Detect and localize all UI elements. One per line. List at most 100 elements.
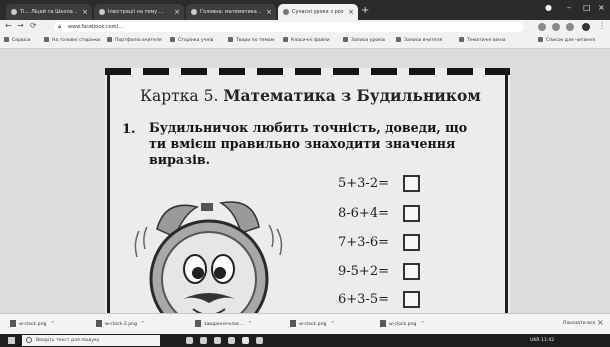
search-icon xyxy=(26,337,32,343)
word-icon[interactable] xyxy=(256,337,263,344)
expression: 7+3-6= xyxy=(338,235,389,250)
favicon-icon xyxy=(99,9,105,15)
chevron-up-icon[interactable]: ^ xyxy=(248,321,252,327)
browser-tab[interactable]: Ілюстрації на тему … × xyxy=(94,4,184,20)
title-prefix: Картка 5. xyxy=(140,87,219,105)
file-icon xyxy=(380,320,386,327)
puzzle-icon[interactable] xyxy=(566,23,574,31)
file-icon xyxy=(290,320,296,327)
card-left-border xyxy=(107,68,110,313)
expression: 8-6+4= xyxy=(338,206,389,221)
answer-box[interactable] xyxy=(403,205,420,222)
profile-icon[interactable] xyxy=(582,23,590,31)
chevron-up-icon[interactable]: ^ xyxy=(330,321,334,327)
download-item[interactable]: w-clock.png ^ xyxy=(10,319,55,330)
chevron-up-icon[interactable]: ^ xyxy=(50,321,54,327)
question-line: виразів. xyxy=(149,152,211,167)
browser-tab-active[interactable]: Сучасні урока з розвитку … × xyxy=(278,4,358,20)
download-item[interactable]: w-clock-2.png ^ xyxy=(96,319,145,330)
tab-title: Сучасні урока з розвитку … xyxy=(292,9,344,15)
bookmark-item[interactable]: Список для читання xyxy=(538,34,595,48)
browser-tab[interactable]: Головна: математика … × xyxy=(186,4,276,20)
os-taskbar: Введіть текст для пошуку UKR 11:42 xyxy=(0,334,610,347)
card-right-border xyxy=(505,68,508,313)
chevron-up-icon[interactable]: ^ xyxy=(420,321,424,327)
question-number: 1. xyxy=(122,122,136,137)
bookmark-item[interactable]: Записи уроків xyxy=(343,34,385,48)
address-bar[interactable]: 🔒︎ www.facebook.com/… xyxy=(54,22,524,32)
lock-icon: 🔒︎ xyxy=(58,23,62,30)
forward-icon[interactable]: → xyxy=(17,21,24,30)
bookmark-item[interactable]: Записи вчителя xyxy=(396,34,442,48)
edge-icon[interactable] xyxy=(200,337,207,344)
search-placeholder: Введіть текст для пошуку xyxy=(36,338,100,343)
worksheet-card: Картка 5. Математика з Будильником 1. Бу… xyxy=(105,68,510,313)
favicon-icon xyxy=(11,9,17,15)
back-icon[interactable]: ← xyxy=(5,21,12,30)
new-tab-button[interactable]: + xyxy=(361,4,369,18)
extension-icon[interactable] xyxy=(538,23,546,31)
expression: 5+3-2= xyxy=(338,176,389,191)
show-all-downloads-button[interactable]: Показати все xyxy=(563,319,595,329)
chevron-up-icon[interactable]: ^ xyxy=(141,321,145,327)
answer-box[interactable] xyxy=(403,263,420,280)
tab-title: Ілюстрації на тему … xyxy=(108,9,164,15)
download-item[interactable]: w-clock.png ^ xyxy=(380,319,425,330)
minimize-icon[interactable]: – xyxy=(567,3,571,12)
account-icon[interactable]: ● xyxy=(545,3,552,12)
bookmark-icon xyxy=(228,37,233,42)
url-text: www.facebook.com/… xyxy=(68,24,124,30)
close-downloads-icon[interactable]: × xyxy=(597,318,604,327)
system-tray[interactable]: UKR 11:42 xyxy=(530,336,554,346)
browser-tab-bar: Ті… Ліцей та Школа … × Ілюстрації на тем… xyxy=(0,0,610,20)
tab-title: Ті… Ліцей та Школа … xyxy=(20,9,78,15)
bookmark-item[interactable]: Портфоліо вчителя xyxy=(107,34,162,48)
bookmark-icon xyxy=(343,37,348,42)
chrome-icon[interactable] xyxy=(242,337,249,344)
bookmark-icon xyxy=(170,37,175,42)
worksheet-title: Картка 5. Математика з Будильником xyxy=(140,86,481,105)
bookmark-item[interactable]: Тематичні вікна xyxy=(459,34,506,48)
bookmark-item[interactable]: Класичні файли xyxy=(283,34,330,48)
favicon-icon xyxy=(283,9,289,15)
bookmark-icon xyxy=(283,37,288,42)
task-view-icon[interactable] xyxy=(186,337,193,344)
bookmark-item[interactable]: На головні сторінки xyxy=(44,34,100,48)
alarm-clock-illustration xyxy=(134,201,283,313)
file-icon xyxy=(10,320,16,327)
title-main: Математика з Будильником xyxy=(223,86,481,105)
download-item[interactable]: w-clock.png ^ xyxy=(290,319,335,330)
reading-list-icon xyxy=(538,37,543,42)
folder-icon[interactable] xyxy=(214,337,221,344)
bookmark-icon xyxy=(107,37,112,42)
taskbar-search[interactable]: Введіть текст для пошуку xyxy=(22,335,160,346)
close-tab-icon[interactable]: × xyxy=(348,4,354,20)
bookmark-item[interactable]: Твори по темам xyxy=(228,34,274,48)
reload-icon[interactable]: ⟳ xyxy=(30,21,37,30)
close-tab-icon[interactable]: × xyxy=(174,4,180,20)
question-line: ти вмієш правильно знаходити значення xyxy=(149,136,456,151)
maximize-icon[interactable]: □ xyxy=(583,3,591,12)
question-line: Будильничок любить точність, доведи, що xyxy=(149,120,468,135)
bookmark-icon xyxy=(459,37,464,42)
close-window-icon[interactable]: × xyxy=(598,3,605,12)
question-text: Будильничок любить точність, доведи, що … xyxy=(149,120,467,168)
answer-box[interactable] xyxy=(403,175,420,192)
close-tab-icon[interactable]: × xyxy=(82,4,88,20)
star-icon[interactable] xyxy=(552,23,560,31)
download-item[interactable]: завдання-клас… ^ xyxy=(195,319,252,330)
windows-start-icon[interactable] xyxy=(8,337,15,344)
answer-box[interactable] xyxy=(403,234,420,251)
expression: 6+3-5= xyxy=(338,292,389,307)
downloads-bar: w-clock.png ^ w-clock-2.png ^ завдання-кла… xyxy=(0,313,610,335)
store-icon[interactable] xyxy=(228,337,235,344)
answer-box[interactable] xyxy=(403,291,420,308)
page-viewport[interactable]: Картка 5. Математика з Будильником 1. Бу… xyxy=(0,49,610,313)
file-icon xyxy=(195,320,201,327)
close-tab-icon[interactable]: × xyxy=(266,4,272,20)
bookmark-item[interactable]: Сторінка учнів xyxy=(170,34,213,48)
bookmark-item[interactable]: Сервіси xyxy=(4,34,30,48)
browser-tab[interactable]: Ті… Ліцей та Школа … × xyxy=(6,4,92,20)
dashed-border xyxy=(105,68,510,75)
menu-icon[interactable]: ⋮ xyxy=(598,21,606,30)
